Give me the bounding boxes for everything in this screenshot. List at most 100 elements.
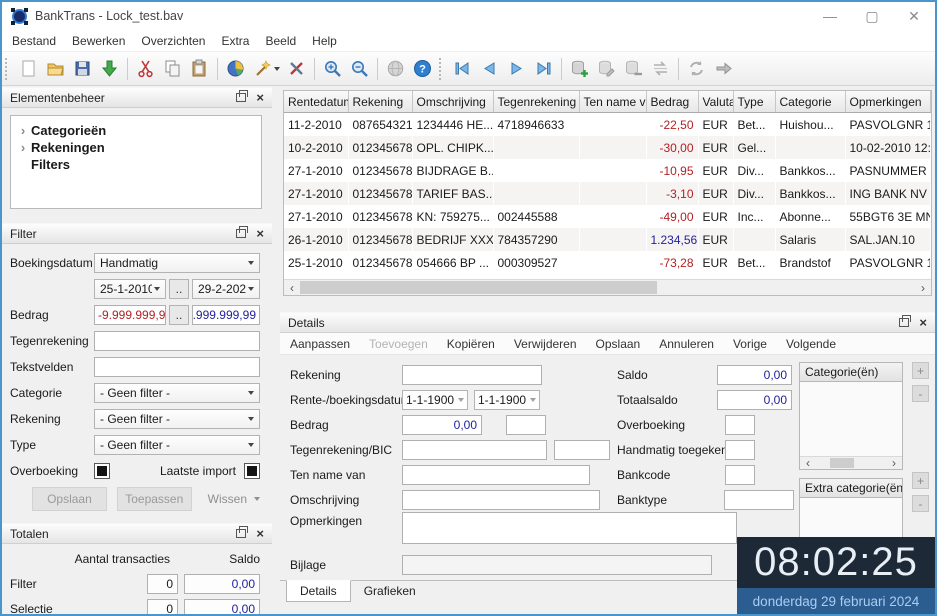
bedrag-range-button[interactable]: .. bbox=[169, 305, 189, 325]
col-rekening[interactable]: Rekening bbox=[348, 91, 412, 113]
globe-icon[interactable] bbox=[382, 55, 409, 82]
wissen-button[interactable]: Wissen bbox=[208, 492, 260, 506]
handmatig-toegekend-field[interactable] bbox=[725, 440, 755, 460]
scrollbar-thumb[interactable] bbox=[830, 458, 854, 468]
minimize-button[interactable]: — bbox=[809, 2, 851, 30]
chevron-right-icon[interactable]: › bbox=[15, 140, 31, 155]
table-row[interactable]: 27-1-2010012345678KN: 759275...002445588… bbox=[284, 205, 931, 228]
chevron-right-icon[interactable]: › bbox=[15, 123, 31, 138]
rentedatum-select[interactable]: 1-1-1900 bbox=[402, 390, 468, 410]
categorie-remove-button[interactable]: - bbox=[912, 385, 929, 402]
col-opmerkingen[interactable]: Opmerkingen bbox=[845, 91, 931, 113]
wizard-icon[interactable] bbox=[249, 55, 283, 82]
edit-record-icon[interactable] bbox=[593, 55, 620, 82]
col-rentedatum[interactable]: Rentedatum bbox=[284, 91, 348, 113]
bedrag-max-input[interactable]: 9.999.999,99 bbox=[192, 305, 260, 325]
rekening-field[interactable] bbox=[402, 365, 542, 385]
scroll-left-icon[interactable]: ‹ bbox=[800, 456, 816, 470]
scrollbar-thumb[interactable] bbox=[300, 281, 657, 294]
toevoegen-action[interactable]: Toevoegen bbox=[369, 337, 428, 351]
bedrag-extra-field[interactable] bbox=[506, 415, 546, 435]
boekingsdatum-select[interactable]: Handmatig bbox=[94, 253, 260, 273]
close-button[interactable]: ✕ bbox=[893, 2, 935, 30]
copy-icon[interactable] bbox=[159, 55, 186, 82]
annuleren-action[interactable]: Annuleren bbox=[659, 337, 714, 351]
menu-overzichten[interactable]: Overzichten bbox=[133, 32, 213, 50]
tekstvelden-input[interactable] bbox=[94, 357, 260, 377]
next-record-icon[interactable] bbox=[503, 55, 530, 82]
menu-bewerken[interactable]: Bewerken bbox=[64, 32, 133, 50]
close-panel-icon[interactable]: × bbox=[256, 529, 264, 539]
tab-details[interactable]: Details bbox=[286, 580, 351, 602]
col-valuta[interactable]: Valuta bbox=[698, 91, 733, 113]
vorige-action[interactable]: Vorige bbox=[733, 337, 767, 351]
omschrijving-field[interactable] bbox=[402, 490, 600, 510]
rekening-filter-select[interactable]: - Geen filter - bbox=[94, 409, 260, 429]
float-panel-icon[interactable] bbox=[236, 529, 246, 538]
overboeking-field[interactable] bbox=[725, 415, 755, 435]
date-to-select[interactable]: 29-2-2024 bbox=[192, 279, 260, 299]
new-file-icon[interactable] bbox=[15, 55, 42, 82]
bijlage-field[interactable] bbox=[402, 555, 712, 575]
table-row[interactable]: 27-1-2010012345678TARIEF BAS...-3,10EURD… bbox=[284, 182, 931, 205]
boekingsdatum-select-details[interactable]: 1-1-1900 bbox=[474, 390, 540, 410]
help-icon[interactable]: ? bbox=[409, 55, 436, 82]
toolbar-grip[interactable] bbox=[5, 58, 11, 80]
table-row[interactable]: 27-1-2010012345678BIJDRAGE B...-10,95EUR… bbox=[284, 159, 931, 182]
close-panel-icon[interactable]: × bbox=[256, 93, 264, 103]
table-horizontal-scrollbar[interactable]: ‹ › bbox=[284, 279, 931, 295]
col-omschrijving[interactable]: Omschrijving bbox=[412, 91, 493, 113]
paste-icon[interactable] bbox=[186, 55, 213, 82]
toepassen-button[interactable]: Toepassen bbox=[117, 487, 192, 511]
export-icon[interactable] bbox=[710, 55, 737, 82]
kopieren-action[interactable]: Kopiëren bbox=[447, 337, 495, 351]
table-row[interactable]: 10-2-2010012345678OPL. CHIPK...-30,00EUR… bbox=[284, 136, 931, 159]
col-bedrag[interactable]: Bedrag bbox=[646, 91, 698, 113]
delete-record-icon[interactable] bbox=[620, 55, 647, 82]
bankcode-field[interactable] bbox=[725, 465, 755, 485]
categorie-filter-select[interactable]: - Geen filter - bbox=[94, 383, 260, 403]
refresh-icon[interactable] bbox=[683, 55, 710, 82]
bedrag-field[interactable]: 0,00 bbox=[402, 415, 482, 435]
tree-item-rekeningen[interactable]: › Rekeningen bbox=[15, 139, 257, 156]
ten-name-van-field[interactable] bbox=[402, 465, 590, 485]
toolbar-grip[interactable] bbox=[439, 58, 445, 80]
type-filter-select[interactable]: - Geen filter - bbox=[94, 435, 260, 455]
scroll-right-icon[interactable]: › bbox=[886, 456, 902, 470]
aanpassen-action[interactable]: Aanpassen bbox=[290, 337, 350, 351]
banktype-field[interactable] bbox=[724, 490, 794, 510]
maximize-button[interactable]: ▢ bbox=[851, 2, 893, 30]
categorie-list[interactable]: ‹ › bbox=[799, 382, 903, 470]
tab-grafieken[interactable]: Grafieken bbox=[351, 581, 429, 602]
menu-bestand[interactable]: Bestand bbox=[4, 32, 64, 50]
zoom-out-icon[interactable] bbox=[346, 55, 373, 82]
menu-extra[interactable]: Extra bbox=[213, 32, 257, 50]
date-from-select[interactable]: 25-1-2010 bbox=[94, 279, 166, 299]
opmerkingen-field[interactable] bbox=[402, 512, 737, 544]
add-record-icon[interactable] bbox=[566, 55, 593, 82]
extra-categorie-add-button[interactable]: + bbox=[912, 472, 929, 489]
opslaan-button[interactable]: Opslaan bbox=[32, 487, 107, 511]
scroll-right-icon[interactable]: › bbox=[915, 281, 931, 295]
opslaan-action[interactable]: Opslaan bbox=[596, 337, 641, 351]
col-categorie[interactable]: Categorie bbox=[775, 91, 845, 113]
import-icon[interactable] bbox=[96, 55, 123, 82]
tree-item-filters[interactable]: Filters bbox=[15, 156, 257, 173]
float-panel-icon[interactable] bbox=[236, 93, 246, 102]
verwijderen-action[interactable]: Verwijderen bbox=[514, 337, 577, 351]
float-panel-icon[interactable] bbox=[899, 318, 909, 327]
close-panel-icon[interactable]: × bbox=[919, 318, 927, 328]
pie-chart-icon[interactable] bbox=[222, 55, 249, 82]
tegenrekening-input[interactable] bbox=[94, 331, 260, 351]
table-row[interactable]: 11-2-20100876543211234446 HE...471894663… bbox=[284, 113, 931, 137]
table-row[interactable]: 25-1-2010012345678054666 BP ...000309527… bbox=[284, 251, 931, 274]
wizard-dropdown-icon[interactable] bbox=[274, 67, 280, 71]
categorie-add-button[interactable]: + bbox=[912, 362, 929, 379]
col-type[interactable]: Type bbox=[733, 91, 775, 113]
close-panel-icon[interactable]: × bbox=[256, 229, 264, 239]
tree-item-categorieen[interactable]: › Categorieën bbox=[15, 122, 257, 139]
categorie-list-scrollbar[interactable]: ‹ › bbox=[800, 456, 902, 469]
bedrag-min-input[interactable]: -9.999.999,99 bbox=[94, 305, 166, 325]
merge-records-icon[interactable] bbox=[647, 55, 674, 82]
volgende-action[interactable]: Volgende bbox=[786, 337, 836, 351]
